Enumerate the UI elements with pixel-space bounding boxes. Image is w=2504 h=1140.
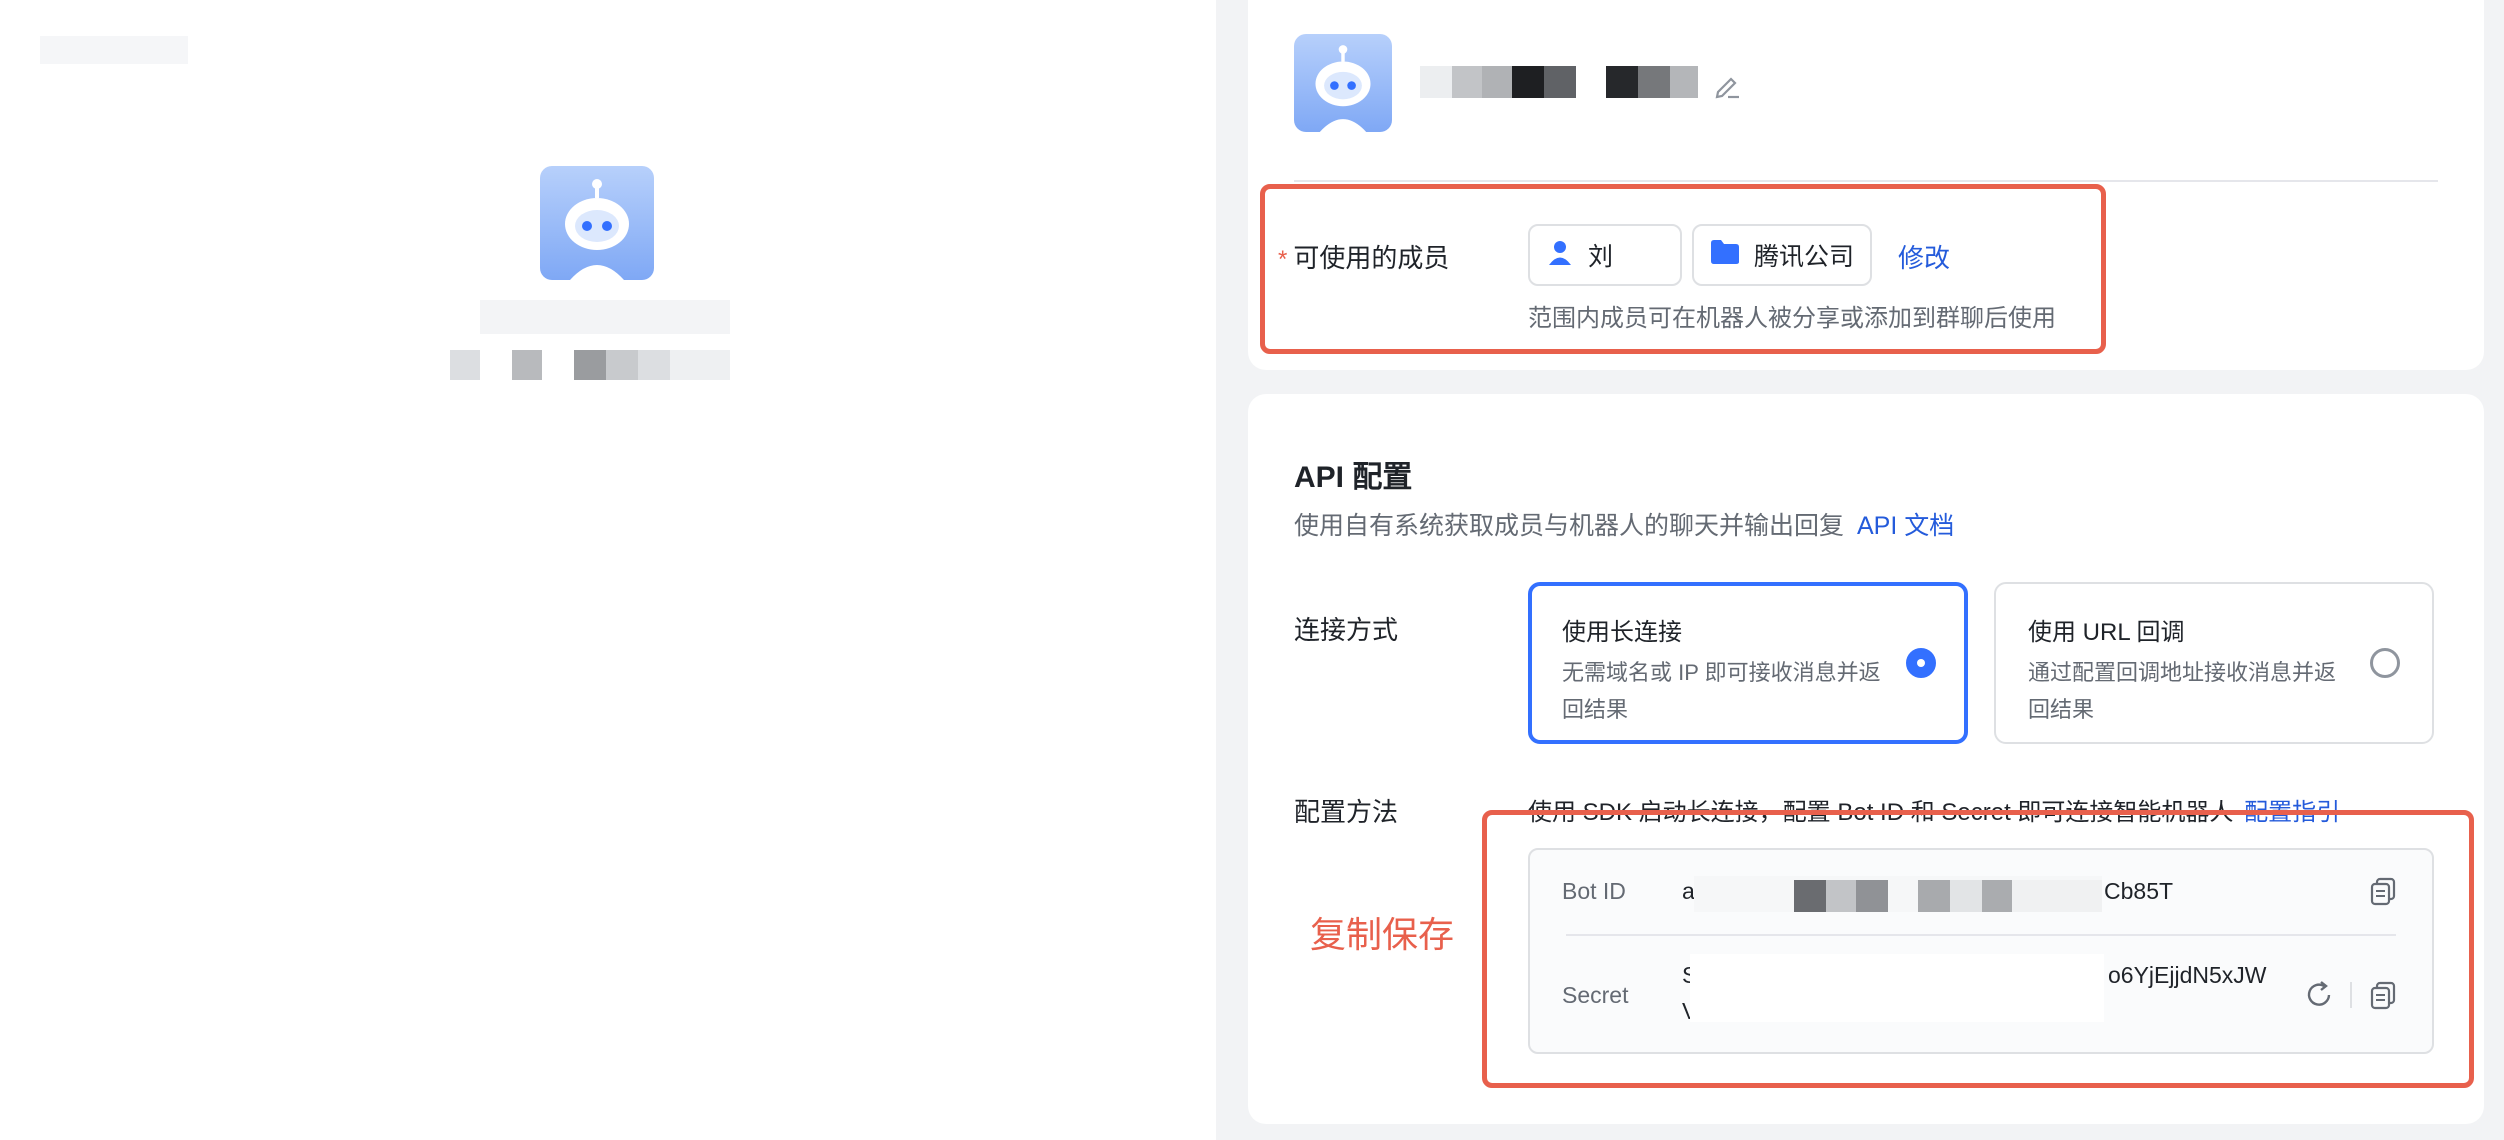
option-url-callback-desc: 通过配置回调地址接收消息并返回结果 [2028,660,2337,722]
api-section-title: API 配置 [1294,461,1413,494]
option-long-connection-desc: 无需域名或 IP 即可接收消息并返回结果 [1562,660,1881,722]
members-highlight-box [1260,184,2106,354]
credentials-highlight-box [1482,810,2474,1088]
radio-icon[interactable] [1906,648,1936,678]
copy-save-annotation: 复制保存 [1310,914,1455,955]
api-description: 使用自有系统获取成员与机器人的聊天并输出回复 API 文档 [1294,512,1955,540]
left-preview-pane [0,0,1216,1140]
option-url-callback[interactable]: 使用 URL 回调 通过配置回调地址接收消息并返回结果 [1994,582,2434,744]
robot-avatar-icon [540,166,654,280]
api-doc-link[interactable]: API 文档 [1857,512,1954,540]
blurred-header-text [40,36,188,64]
blurred-bot-name [480,300,730,334]
edit-pencil-icon[interactable] [1712,70,1742,100]
option-long-connection[interactable]: 使用长连接 无需域名或 IP 即可接收消息并返回结果 [1528,582,1968,744]
robot-avatar-icon[interactable] [1294,34,1392,132]
config-method-label: 配置方法 [1294,797,1399,827]
connection-method-label: 连接方式 [1294,615,1399,645]
option-long-connection-title: 使用长连接 [1562,619,1682,646]
radio-icon[interactable] [2370,648,2400,678]
card-divider [1294,180,2438,182]
option-url-callback-title: 使用 URL 回调 [2028,619,2185,646]
